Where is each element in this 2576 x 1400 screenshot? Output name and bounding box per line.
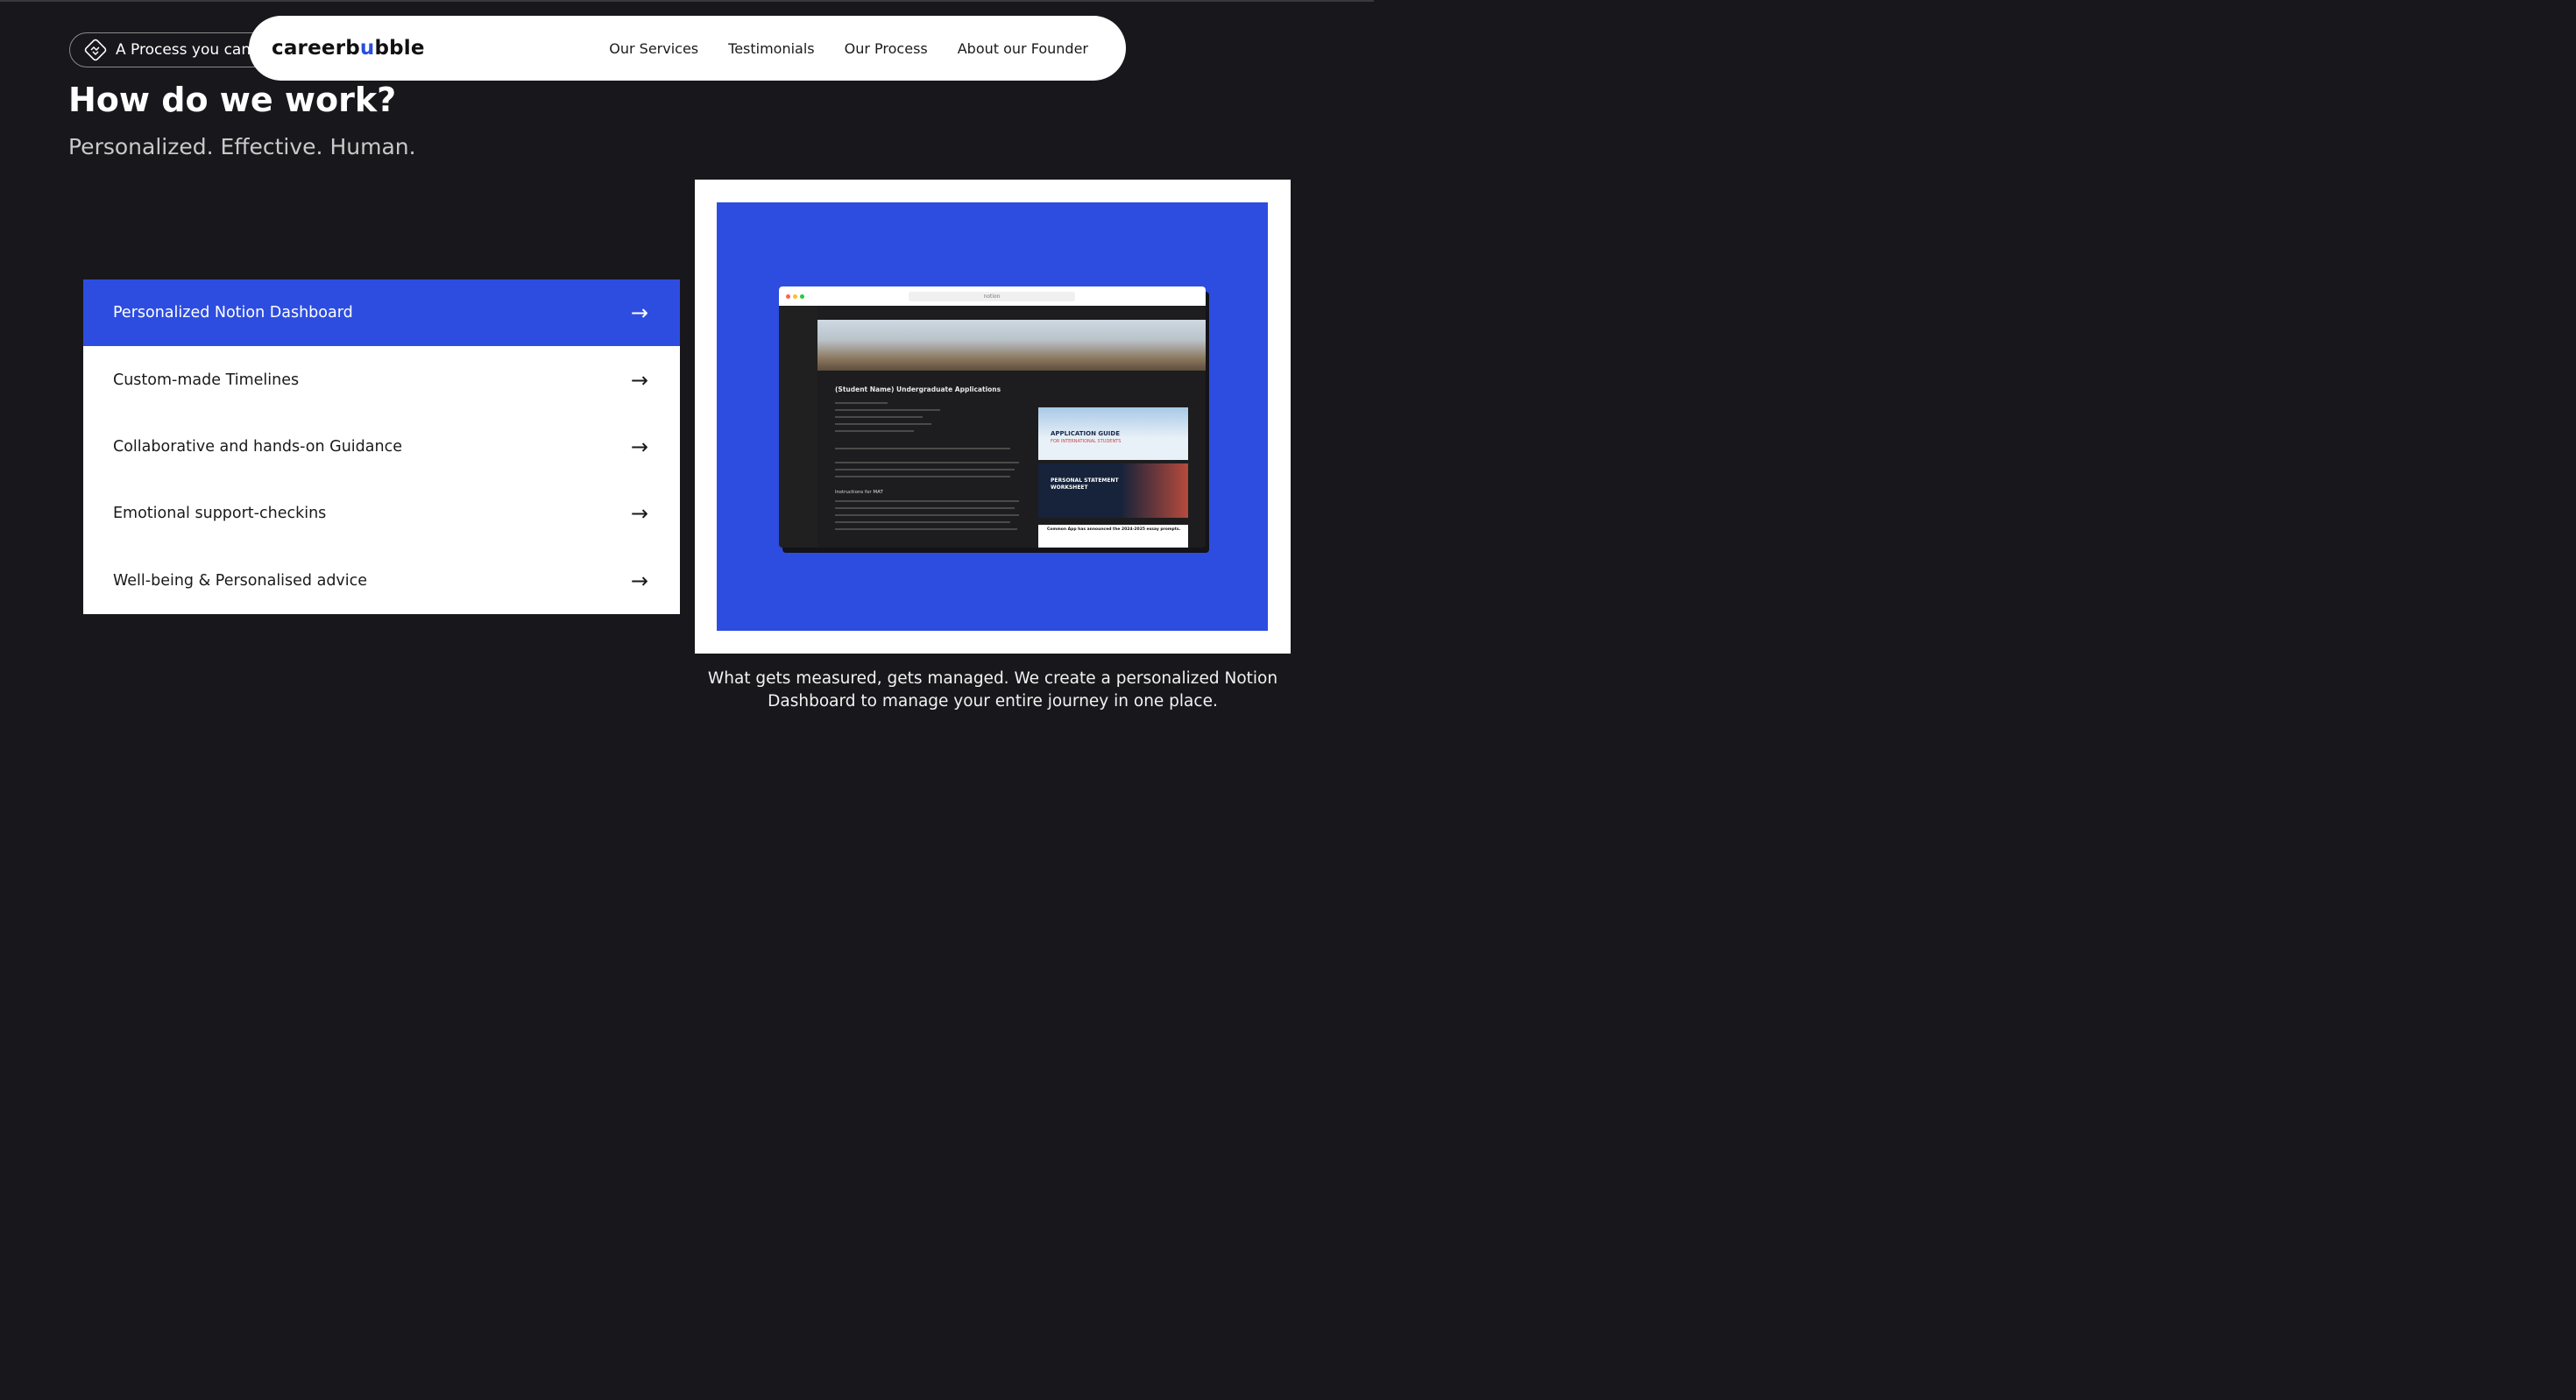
doc-text-line — [835, 430, 914, 432]
process-item-label: Personalized Notion Dashboard — [113, 304, 353, 322]
notion-doc-title: (Student Name) Undergraduate Application… — [835, 385, 1001, 393]
handshake-icon — [84, 39, 107, 61]
nav-links: Our Services Testimonials Our Process Ab… — [609, 40, 1088, 57]
arrow-right-icon: → — [630, 367, 648, 392]
navbar: careerbubble Our Services Testimonials O… — [249, 16, 1126, 81]
doc-text-line — [835, 469, 1015, 470]
thumb-title: APPLICATION GUIDE — [1051, 430, 1121, 437]
nav-link-about-founder[interactable]: About our Founder — [958, 40, 1088, 57]
arrow-right-icon: → — [630, 568, 648, 593]
doc-text-line — [835, 416, 923, 418]
url-bar: notion — [909, 292, 1075, 301]
thumb-title-line-1: PERSONAL STATEMENT — [1051, 477, 1119, 484]
university-banner-image — [817, 320, 1206, 371]
logo-accent-u: u — [359, 37, 375, 60]
browser-toolbar: notion — [779, 286, 1206, 306]
preview-panel: notion (Student Name) Undergraduate Appl… — [717, 202, 1268, 631]
close-dot-icon — [786, 294, 790, 299]
process-item-timelines[interactable]: Custom-made Timelines → — [83, 346, 680, 413]
doc-text-line — [835, 476, 1010, 477]
nav-link-our-services[interactable]: Our Services — [609, 40, 698, 57]
common-app-thumbnail: Common App has announced the 2024-2025 e… — [1038, 525, 1188, 548]
doc-text-line — [835, 507, 1015, 509]
process-item-label: Emotional support-checkins — [113, 505, 327, 523]
nav-link-testimonials[interactable]: Testimonials — [728, 40, 815, 57]
process-list: Personalized Notion Dashboard → Custom-m… — [83, 279, 680, 614]
process-item-label: Well-being & Personalised advice — [113, 571, 368, 590]
process-item-emotional-support[interactable]: Emotional support-checkins → — [83, 480, 680, 547]
thumb-title: PERSONAL STATEMENT WORKSHEET — [1051, 477, 1119, 491]
thumb-title-line-2: WORKSHEET — [1051, 484, 1088, 491]
badge-text: A Process you can — [116, 41, 251, 59]
careerbubble-logo[interactable]: careerbubble — [272, 37, 425, 60]
doc-text-line — [835, 528, 1017, 530]
doc-text-line — [835, 448, 1010, 449]
arrow-right-icon: → — [630, 434, 648, 459]
notion-dashboard-screenshot: notion (Student Name) Undergraduate Appl… — [779, 286, 1206, 548]
page-subtitle: Personalized. Effective. Human. — [68, 134, 416, 159]
top-divider — [0, 0, 1374, 2]
doc-text-line — [835, 402, 888, 404]
application-guide-thumbnail: APPLICATION GUIDE FOR INTERNATIONAL STUD… — [1038, 407, 1188, 460]
personal-statement-thumbnail: PERSONAL STATEMENT WORKSHEET — [1038, 463, 1188, 518]
process-item-label: Collaborative and hands-on Guidance — [113, 437, 402, 456]
arrow-right-icon: → — [630, 501, 648, 527]
arrow-right-icon: → — [630, 301, 648, 326]
doc-text-line — [835, 521, 1010, 523]
doc-text-line — [835, 462, 1019, 463]
thumb-subtitle: FOR INTERNATIONAL STUDENTS — [1051, 439, 1122, 444]
notion-section-heading: Instructions for MAT — [835, 490, 883, 495]
doc-text-line — [835, 500, 1019, 502]
doc-text-line — [835, 423, 931, 425]
process-item-wellbeing[interactable]: Well-being & Personalised advice → — [83, 548, 680, 614]
nav-link-our-process[interactable]: Our Process — [845, 40, 928, 57]
preview-card: notion (Student Name) Undergraduate Appl… — [695, 180, 1291, 654]
doc-text-line — [835, 409, 940, 411]
doc-text-line — [835, 514, 1019, 516]
minimize-dot-icon — [793, 294, 797, 299]
process-item-notion-dashboard[interactable]: Personalized Notion Dashboard → — [83, 279, 680, 347]
process-item-label: Custom-made Timelines — [113, 371, 300, 389]
logo-part-2: bble — [374, 37, 425, 60]
preview-caption: What gets measured, gets managed. We cre… — [707, 669, 1278, 711]
process-item-guidance[interactable]: Collaborative and hands-on Guidance → — [83, 414, 680, 480]
page-title: How do we work? — [68, 81, 397, 119]
notion-sidebar — [779, 306, 817, 548]
thumb-title: Common App has announced the 2024-2025 e… — [1047, 527, 1181, 532]
maximize-dot-icon — [800, 294, 804, 299]
logo-part-1: careerb — [272, 37, 360, 60]
